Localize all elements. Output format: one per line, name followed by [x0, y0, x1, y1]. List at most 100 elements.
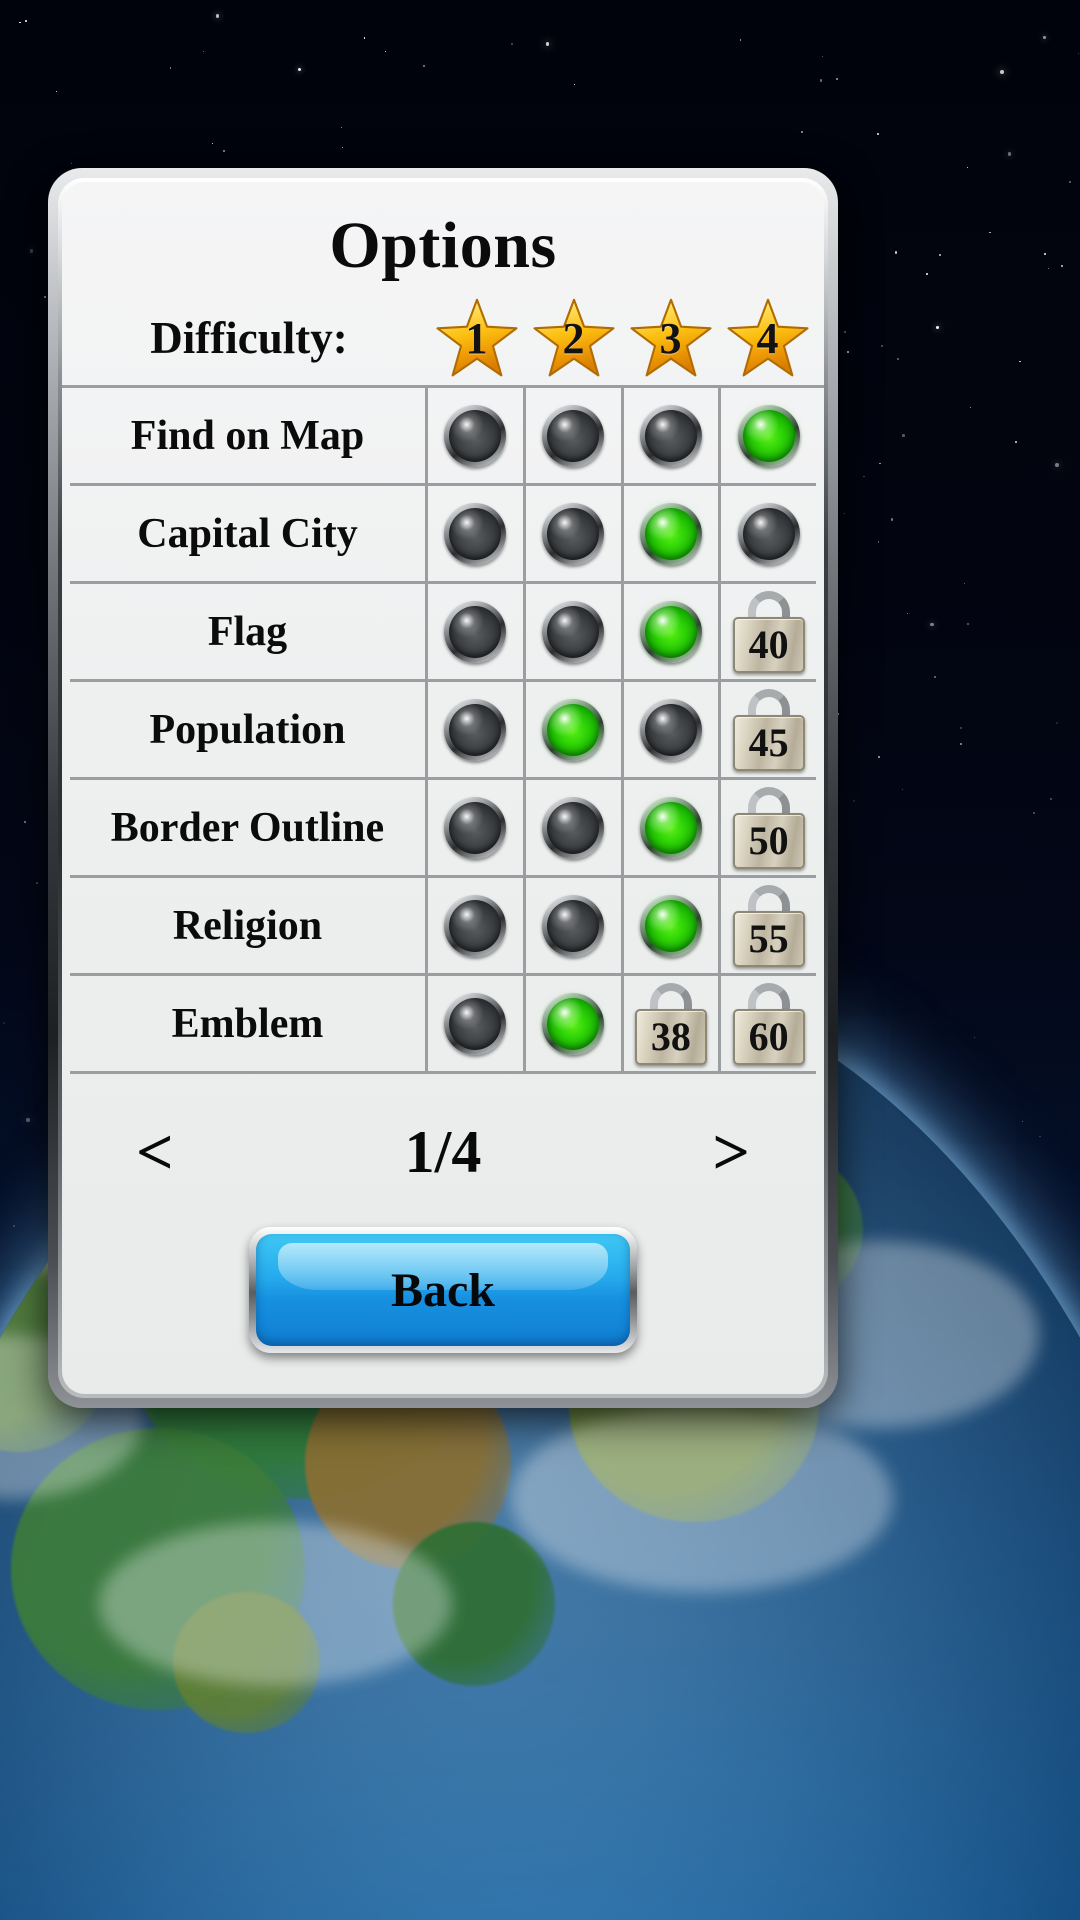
radio-bulb: [547, 997, 600, 1050]
option-cell[interactable]: [624, 682, 722, 777]
radio-bulb: [547, 801, 600, 854]
page-title: Options: [329, 209, 557, 282]
radio-off-icon[interactable]: [444, 796, 507, 859]
option-row-cells: [428, 486, 816, 581]
option-cell[interactable]: 45: [721, 682, 816, 777]
option-cell[interactable]: [624, 486, 722, 581]
radio-on-icon[interactable]: [542, 992, 605, 1055]
radio-bulb: [547, 899, 600, 952]
radio-off-icon[interactable]: [542, 502, 605, 565]
option-row-cells: 55: [428, 878, 816, 973]
option-cell[interactable]: [428, 976, 526, 1071]
lock-unlock-value: 50: [748, 817, 789, 863]
option-cell[interactable]: 38: [624, 976, 722, 1071]
difficulty-level-1[interactable]: 1: [428, 298, 525, 378]
lock-unlock-value: 40: [748, 621, 789, 667]
lock-body: 50: [732, 812, 805, 869]
radio-off-icon[interactable]: [639, 698, 702, 761]
back-button[interactable]: Back: [249, 1227, 637, 1353]
radio-bulb: [644, 703, 697, 756]
option-cell[interactable]: [526, 878, 624, 973]
table-row: Population 45: [70, 682, 816, 780]
star-icon: 2: [532, 298, 616, 378]
radio-on-icon[interactable]: [737, 404, 800, 467]
radio-bulb: [644, 507, 697, 560]
difficulty-label: Difficulty:: [150, 312, 348, 363]
page-indicator: 1/4: [404, 1119, 482, 1185]
radio-off-icon[interactable]: [444, 698, 507, 761]
lock-icon: 40: [732, 590, 805, 673]
option-cell[interactable]: [624, 388, 722, 483]
lock-unlock-value: 60: [748, 1013, 789, 1059]
prev-page-button[interactable]: <: [136, 1119, 174, 1186]
difficulty-level-4[interactable]: 4: [719, 298, 816, 378]
radio-off-icon[interactable]: [444, 600, 507, 663]
radio-bulb: [449, 899, 502, 952]
lock-icon: 55: [732, 884, 805, 967]
lock-unlock-value: 38: [650, 1013, 691, 1059]
difficulty-level-2[interactable]: 2: [525, 298, 622, 378]
option-cell[interactable]: [428, 584, 526, 679]
option-cell[interactable]: [428, 780, 526, 875]
pagination: < 1/4 >: [62, 1074, 824, 1197]
radio-off-icon[interactable]: [542, 894, 605, 957]
radio-on-icon[interactable]: [639, 894, 702, 957]
option-cell[interactable]: [721, 486, 816, 581]
radio-on-icon[interactable]: [639, 502, 702, 565]
back-button-label: Back: [390, 1263, 495, 1317]
option-cell[interactable]: [624, 780, 722, 875]
option-cell[interactable]: 55: [721, 878, 816, 973]
radio-off-icon[interactable]: [444, 894, 507, 957]
table-row: Capital City: [70, 486, 816, 584]
table-row: Emblem 38 60: [70, 976, 816, 1074]
radio-bulb: [547, 605, 600, 658]
radio-off-icon[interactable]: [542, 796, 605, 859]
radio-off-icon[interactable]: [444, 992, 507, 1055]
option-cell[interactable]: 50: [721, 780, 816, 875]
option-row-label: Emblem: [70, 976, 428, 1071]
radio-off-icon[interactable]: [542, 600, 605, 663]
option-cell[interactable]: 60: [721, 976, 816, 1071]
table-row: Find on Map: [70, 388, 816, 486]
option-cell[interactable]: [526, 682, 624, 777]
difficulty-level-3[interactable]: 3: [622, 298, 719, 378]
options-dialog: Options Difficulty: 1 2 3 4 Find on Map Capi…: [48, 168, 838, 1408]
radio-on-icon[interactable]: [542, 698, 605, 761]
option-cell[interactable]: [526, 976, 624, 1071]
next-page-button[interactable]: >: [712, 1119, 750, 1186]
radio-on-icon[interactable]: [639, 600, 702, 663]
option-cell[interactable]: [428, 486, 526, 581]
radio-bulb: [449, 703, 502, 756]
option-cell[interactable]: [721, 388, 816, 483]
option-cell[interactable]: [624, 584, 722, 679]
option-cell[interactable]: [428, 388, 526, 483]
radio-bulb: [644, 605, 697, 658]
radio-off-icon[interactable]: [542, 404, 605, 467]
lock-unlock-value: 45: [748, 719, 789, 765]
option-row-cells: 40: [428, 584, 816, 679]
radio-on-icon[interactable]: [639, 796, 702, 859]
option-row-label: Flag: [70, 584, 428, 679]
radio-off-icon[interactable]: [639, 404, 702, 467]
difficulty-level-number: 1: [465, 313, 488, 363]
radio-bulb: [547, 703, 600, 756]
option-cell[interactable]: [526, 780, 624, 875]
table-row: Flag 40: [70, 584, 816, 682]
option-cell[interactable]: [428, 878, 526, 973]
lock-unlock-value: 55: [748, 915, 789, 961]
radio-bulb: [449, 409, 502, 462]
difficulty-header-row: Difficulty: 1 2 3 4: [62, 290, 824, 388]
radio-off-icon[interactable]: [444, 404, 507, 467]
option-cell[interactable]: [624, 878, 722, 973]
option-row-cells: [428, 388, 816, 483]
option-cell[interactable]: [428, 682, 526, 777]
radio-bulb: [449, 605, 502, 658]
option-cell[interactable]: [526, 486, 624, 581]
option-cell[interactable]: [526, 584, 624, 679]
radio-off-icon[interactable]: [737, 502, 800, 565]
option-cell[interactable]: 40: [721, 584, 816, 679]
radio-off-icon[interactable]: [444, 502, 507, 565]
radio-bulb: [742, 409, 795, 462]
option-cell[interactable]: [526, 388, 624, 483]
table-row: Religion 55: [70, 878, 816, 976]
